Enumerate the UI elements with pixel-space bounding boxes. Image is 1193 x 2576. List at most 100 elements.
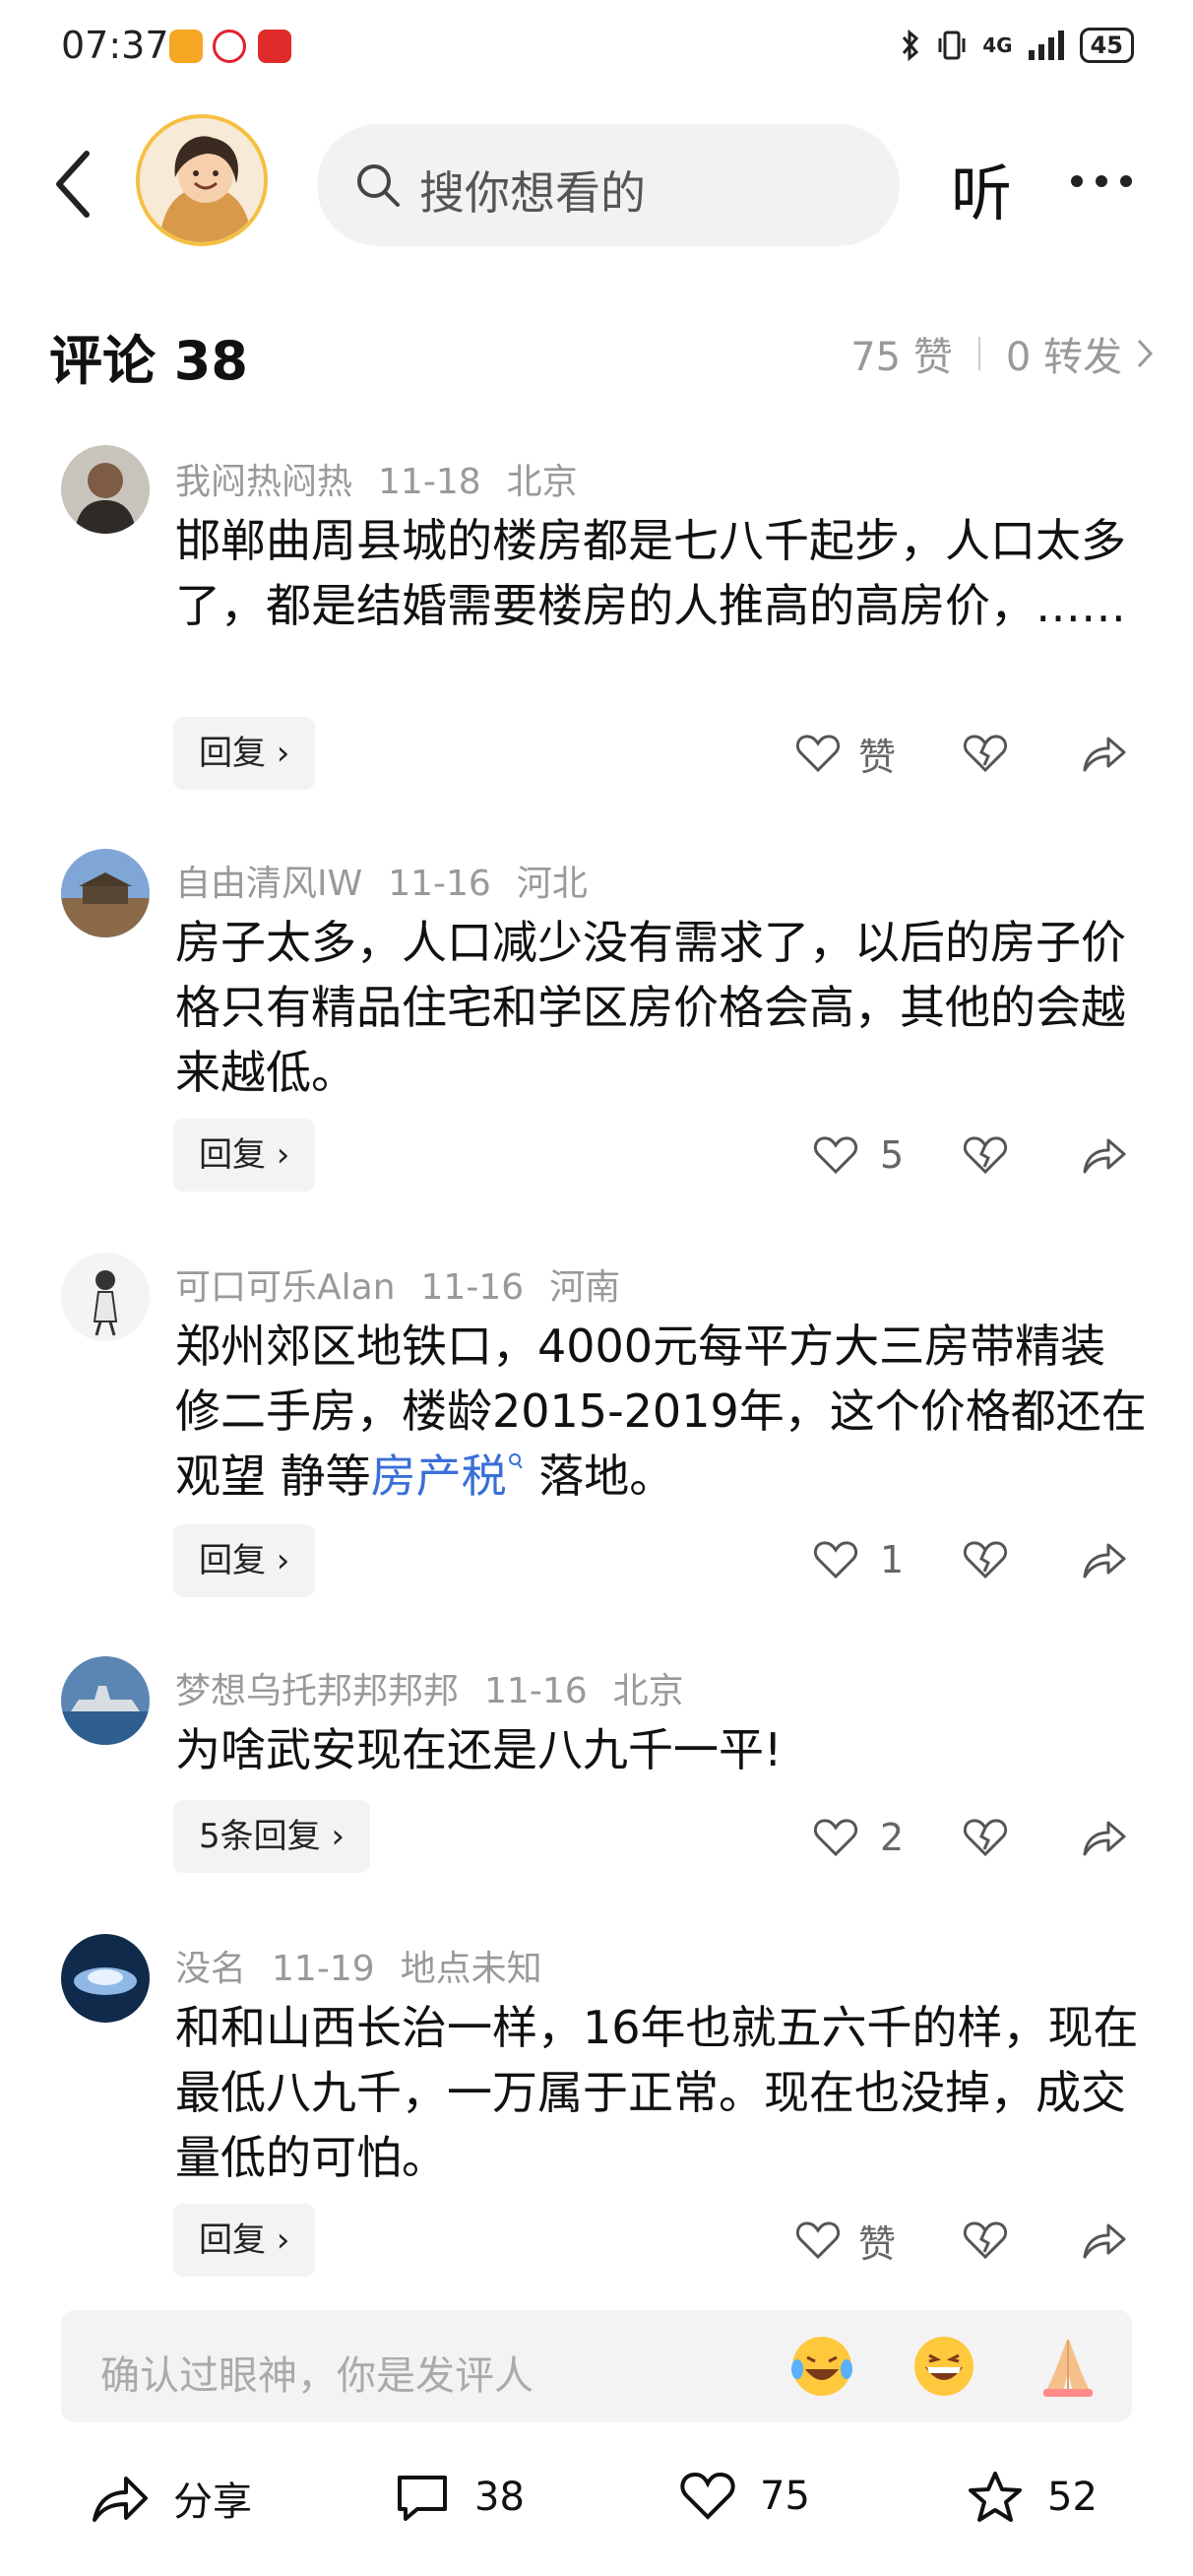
- comment-meta: 我闷热闷热 11-18 北京: [175, 453, 603, 504]
- like-count: 赞: [858, 735, 897, 779]
- like-button[interactable]: 2: [813, 1808, 904, 1867]
- commenter-avatar[interactable]: [61, 1934, 150, 2023]
- more-icon[interactable]: [1069, 173, 1134, 189]
- comment-date: 11-16: [484, 1671, 588, 1711]
- commenter-photo-icon: [61, 445, 150, 534]
- reply-button[interactable]: 回复 ›: [173, 717, 316, 790]
- app-notification-icon: [258, 30, 291, 63]
- share-arrow-icon: [1083, 2223, 1126, 2259]
- share-comment-button[interactable]: [1081, 1808, 1126, 1867]
- author-portrait-icon: [140, 118, 264, 242]
- comment-bubble-icon: [398, 2476, 447, 2521]
- comment-text: 邯郸曲周县城的楼房都是七八千起步，人口太多了，都是结婚需要楼房的人推高的高房价，…: [175, 514, 1126, 632]
- search-icon: [357, 164, 400, 207]
- comment-text: 郑州郊区地铁口，4000元每平方大三房带精装修二手房，楼龄2015-2019年，…: [175, 1314, 1150, 1509]
- share-label: 分享: [173, 2479, 252, 2525]
- broken-heart-icon: [963, 2222, 1008, 2260]
- app-notification-icon: [169, 30, 203, 63]
- share-comment-button[interactable]: [1081, 1530, 1126, 1589]
- dislike-button[interactable]: [963, 2211, 1008, 2270]
- reply-button[interactable]: 回复 ›: [173, 1524, 316, 1597]
- listen-button[interactable]: 听: [951, 144, 1012, 232]
- favorite-button[interactable]: 52: [967, 2470, 1098, 2525]
- commenter-avatar[interactable]: [61, 1656, 150, 1745]
- grin-emoji-icon[interactable]: [910, 2332, 978, 2401]
- like-button[interactable]: 赞: [795, 2211, 896, 2270]
- like-article-button[interactable]: 75: [679, 2470, 810, 2523]
- bottom-action-bar: 分享 38 75 52: [0, 2442, 1193, 2576]
- search-bar[interactable]: 搜你想看的: [317, 124, 900, 246]
- like-button[interactable]: 5: [813, 1126, 904, 1185]
- comment-date: 11-19: [272, 1949, 375, 1989]
- back-arrow-icon[interactable]: [49, 148, 98, 221]
- share-comment-button[interactable]: [1081, 724, 1126, 783]
- share-arrow-icon: [1083, 737, 1126, 772]
- status-indicators: 4G 45: [900, 28, 1134, 63]
- bluetooth-icon: [903, 29, 919, 62]
- commenter-name[interactable]: 自由清风IW: [175, 864, 362, 904]
- heart-icon: [813, 1819, 858, 1857]
- like-count: 2: [880, 1816, 905, 1859]
- share-stat: 0 转发: [1005, 335, 1122, 380]
- stats-divider: [977, 337, 980, 370]
- network-type: 4G: [982, 33, 1013, 57]
- commenter-avatar[interactable]: [61, 445, 150, 534]
- commenter-photo-icon: [61, 1934, 150, 2023]
- comment-count-button[interactable]: 38: [394, 2470, 525, 2525]
- commenter-name[interactable]: 梦想乌托邦邦邦邦: [175, 1671, 459, 1711]
- heart-icon: [813, 1136, 858, 1175]
- heart-icon: [680, 2473, 735, 2520]
- comment-location: 地点未知: [400, 1949, 542, 1989]
- comment-count: 38: [474, 2475, 525, 2520]
- commenter-photo-icon: [61, 1656, 150, 1745]
- like-count: 1: [880, 1538, 905, 1581]
- author-avatar[interactable]: [136, 114, 268, 246]
- share-comment-button[interactable]: [1081, 1126, 1126, 1185]
- laugh-cry-emoji-icon[interactable]: [787, 2332, 856, 2401]
- dislike-button[interactable]: [963, 1126, 1008, 1185]
- commenter-name[interactable]: 我闷热闷热: [175, 462, 352, 502]
- heart-icon: [795, 735, 841, 773]
- commenter-name[interactable]: 没名: [175, 1949, 246, 1989]
- like-stat: 75 赞: [850, 335, 953, 380]
- like-button[interactable]: 赞: [795, 724, 896, 783]
- pray-emoji-icon[interactable]: [1034, 2332, 1102, 2401]
- topic-link[interactable]: 房产税: [371, 1449, 507, 1503]
- comment-text: 和和山西长治一样，16年也就五六千的样，现在最低八九千，一万属于正常。现在也没掉…: [175, 2001, 1139, 2184]
- battery-indicator: 45: [1079, 28, 1134, 63]
- comment-text-tail: 落地。: [524, 1449, 675, 1503]
- comment-location: 河北: [516, 864, 588, 904]
- commenter-name[interactable]: 可口可乐Alan: [175, 1267, 396, 1308]
- like-count: 75: [760, 2474, 810, 2519]
- share-comment-button[interactable]: [1081, 2211, 1126, 2270]
- commenter-photo-icon: [61, 1253, 150, 1341]
- reply-button[interactable]: 回复 ›: [173, 2204, 316, 2277]
- comment-location: 北京: [506, 462, 578, 502]
- reply-button[interactable]: 回复 ›: [173, 1119, 316, 1191]
- like-button[interactable]: 1: [813, 1530, 904, 1589]
- vibrate-icon: [938, 31, 966, 60]
- commenter-avatar[interactable]: [61, 1253, 150, 1341]
- chevron-right-icon: [1137, 339, 1154, 368]
- comment-date: 11-16: [420, 1267, 525, 1308]
- view-replies-button[interactable]: 5条回复 ›: [173, 1800, 371, 1873]
- comment-text: 为啥武安现在还是八九千一平!: [175, 1723, 783, 1776]
- share-button[interactable]: 分享: [91, 2470, 252, 2527]
- star-icon: [969, 2472, 1022, 2522]
- comment-text: 房子太多，人口减少没有需求了，以后的房子价格只有精品住宅和学区房价格会高，其他的…: [175, 916, 1126, 1099]
- dislike-button[interactable]: [963, 1808, 1008, 1867]
- comment-date: 11-16: [388, 864, 491, 904]
- heart-icon: [813, 1541, 858, 1579]
- like-count: 赞: [858, 2222, 897, 2266]
- favorite-count: 52: [1047, 2475, 1098, 2520]
- broken-heart-icon: [963, 1136, 1008, 1175]
- dislike-button[interactable]: [963, 1530, 1008, 1589]
- article-stats[interactable]: 75 赞 0 转发: [850, 325, 1154, 382]
- comment-input[interactable]: 确认过眼神，你是发评人: [61, 2310, 1132, 2422]
- dislike-button[interactable]: [963, 724, 1008, 783]
- comment-input-placeholder: 确认过眼神，你是发评人: [100, 2353, 534, 2399]
- commenter-avatar[interactable]: [61, 849, 150, 937]
- broken-heart-icon: [963, 1819, 1008, 1857]
- search-placeholder: 搜你想看的: [419, 166, 646, 220]
- broken-heart-icon: [963, 735, 1008, 773]
